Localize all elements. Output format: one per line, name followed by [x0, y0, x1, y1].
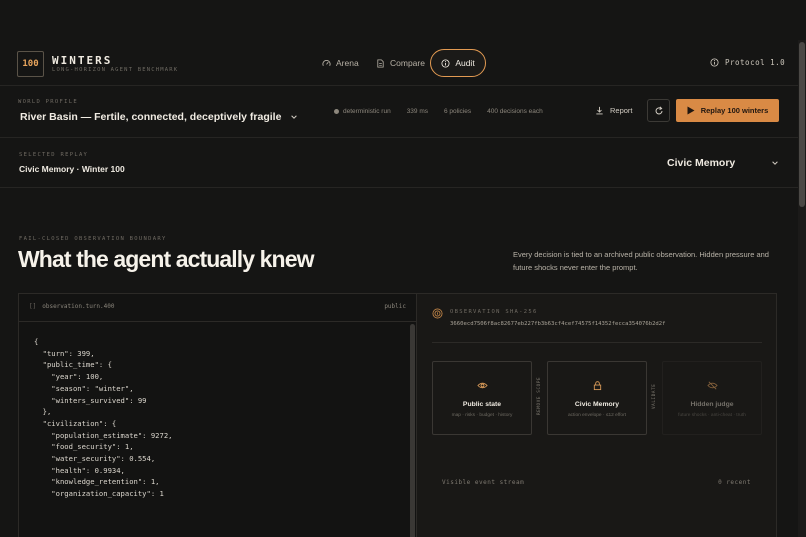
eye-icon — [476, 382, 488, 389]
sha-label: OBSERVATION SHA-256 — [450, 309, 538, 315]
top-bar: 100 WINTERS LONG-HORIZON AGENT BENCHMARK… — [0, 40, 798, 86]
stat-deterministic-text: deterministic run — [343, 108, 391, 115]
event-stream-count: 0 recent — [718, 479, 751, 486]
refresh-icon — [655, 105, 662, 114]
hidden-judge-sub: future shocks · anti-cheat · truth — [678, 413, 746, 418]
play-icon — [687, 106, 695, 115]
intro-text: Every decision is tied to an archived pu… — [513, 250, 769, 272]
fingerprint-icon — [432, 308, 443, 319]
code-scrollbar[interactable] — [410, 324, 415, 537]
info-icon — [710, 58, 719, 67]
world-profile-bar: WORLD PROFILE River Basin — Fertile, con… — [0, 86, 798, 138]
page-scrollbar-thumb[interactable] — [799, 42, 805, 207]
download-icon — [596, 106, 603, 115]
tab-compare[interactable]: Compare — [376, 49, 425, 77]
chevron-down-icon — [772, 161, 779, 165]
brand-name: WINTERS — [52, 54, 113, 67]
validate-label: VALIDATE — [652, 383, 657, 409]
selected-replay-label: SELECTED REPLAY — [19, 152, 89, 158]
report-label: Report — [610, 106, 633, 115]
divider — [432, 342, 762, 343]
eye-off-icon — [706, 381, 718, 390]
protocol-label: Protocol 1.0 — [725, 58, 786, 67]
remove-scope-label: REMOVE SCOPE — [537, 376, 542, 416]
boundary-label: FAIL-CLOSED OBSERVATION BOUNDARY — [19, 236, 167, 242]
civic-memory-title: Civic Memory — [574, 401, 620, 408]
stat-deterministic: deterministic run — [334, 108, 391, 115]
observation-scope: public — [384, 303, 406, 310]
hidden-judge-title: Hidden judge — [690, 401, 734, 408]
page-title: What the agent actually knew — [18, 246, 314, 272]
stat-policies: 6 policies — [444, 108, 472, 115]
observation-filename: observation.turn.400 — [42, 303, 115, 310]
selected-replay-value: Civic Memory · Winter 100 — [19, 164, 125, 174]
replay-label: Replay 100 winters — [700, 106, 769, 115]
run-stats: deterministic run 339 ms 6 policies 400 … — [334, 108, 543, 115]
chevron-down-icon — [291, 115, 298, 119]
brand-subtitle: LONG-HORIZON AGENT BENCHMARK — [52, 67, 179, 73]
world-profile-label: WORLD PROFILE — [18, 99, 78, 105]
document-icon — [377, 58, 384, 68]
tab-audit[interactable]: Audit — [430, 49, 486, 77]
policy-select[interactable]: Civic Memory — [667, 157, 779, 169]
protocol-link[interactable]: Protocol 1.0 — [710, 58, 785, 67]
policy-select-value: Civic Memory — [667, 157, 736, 169]
sha-value[interactable]: 3660ecd7506f8ac82677eb227fb3b63cf4cef745… — [450, 321, 666, 327]
gauge-icon — [322, 59, 331, 66]
app-window: 100 WINTERS LONG-HORIZON AGENT BENCHMARK… — [0, 0, 806, 537]
tab-arena[interactable]: Arena — [322, 49, 359, 77]
status-dot-icon — [334, 108, 339, 114]
selected-replay-bar: SELECTED REPLAY Civic Memory · Winter 10… — [0, 138, 798, 188]
observation-json[interactable]: { "turn": 399, "public_time": { "year": … — [34, 336, 172, 500]
brand-logo[interactable]: 100 — [17, 51, 44, 77]
world-profile-select[interactable]: River Basin — Fertile, connected, decept… — [20, 111, 298, 123]
tab-audit-label: Audit — [455, 58, 475, 68]
hidden-judge-card: Hidden judge future shocks · anti-cheat … — [662, 361, 762, 435]
stat-runtime: 339 ms — [406, 108, 429, 115]
civic-memory-card: Civic Memory action envelope · ≤12 effor… — [547, 361, 647, 435]
event-stream-label: Visible event stream — [442, 479, 525, 486]
world-profile-value: River Basin — Fertile, connected, decept… — [20, 111, 282, 123]
public-state-card: Public state map · risks · budget · hist… — [432, 361, 532, 435]
observation-header: [] observation.turn.400 public — [19, 294, 416, 322]
observation-panel: [] observation.turn.400 public { "turn": … — [18, 293, 417, 537]
replay-button[interactable]: Replay 100 winters — [676, 99, 779, 122]
lock-icon — [593, 381, 601, 391]
stat-decisions: 400 decisions each — [487, 108, 543, 115]
public-state-title: Public state — [462, 401, 502, 408]
public-state-sub: map · risks · budget · history — [451, 413, 513, 418]
integrity-panel: OBSERVATION SHA-256 3660ecd7506f8ac82677… — [417, 293, 777, 537]
report-button[interactable]: Report — [595, 106, 633, 115]
info-icon — [441, 58, 450, 68]
page-scrollbar[interactable] — [798, 40, 806, 537]
tab-arena-label: Arena — [336, 58, 359, 68]
tab-compare-label: Compare — [390, 58, 425, 68]
observation-file: [] observation.turn.400 — [29, 303, 114, 310]
reset-button[interactable] — [647, 99, 670, 122]
file-bracket-icon: [] — [29, 303, 37, 310]
civic-memory-sub: action envelope · ≤12 effort — [567, 413, 626, 418]
